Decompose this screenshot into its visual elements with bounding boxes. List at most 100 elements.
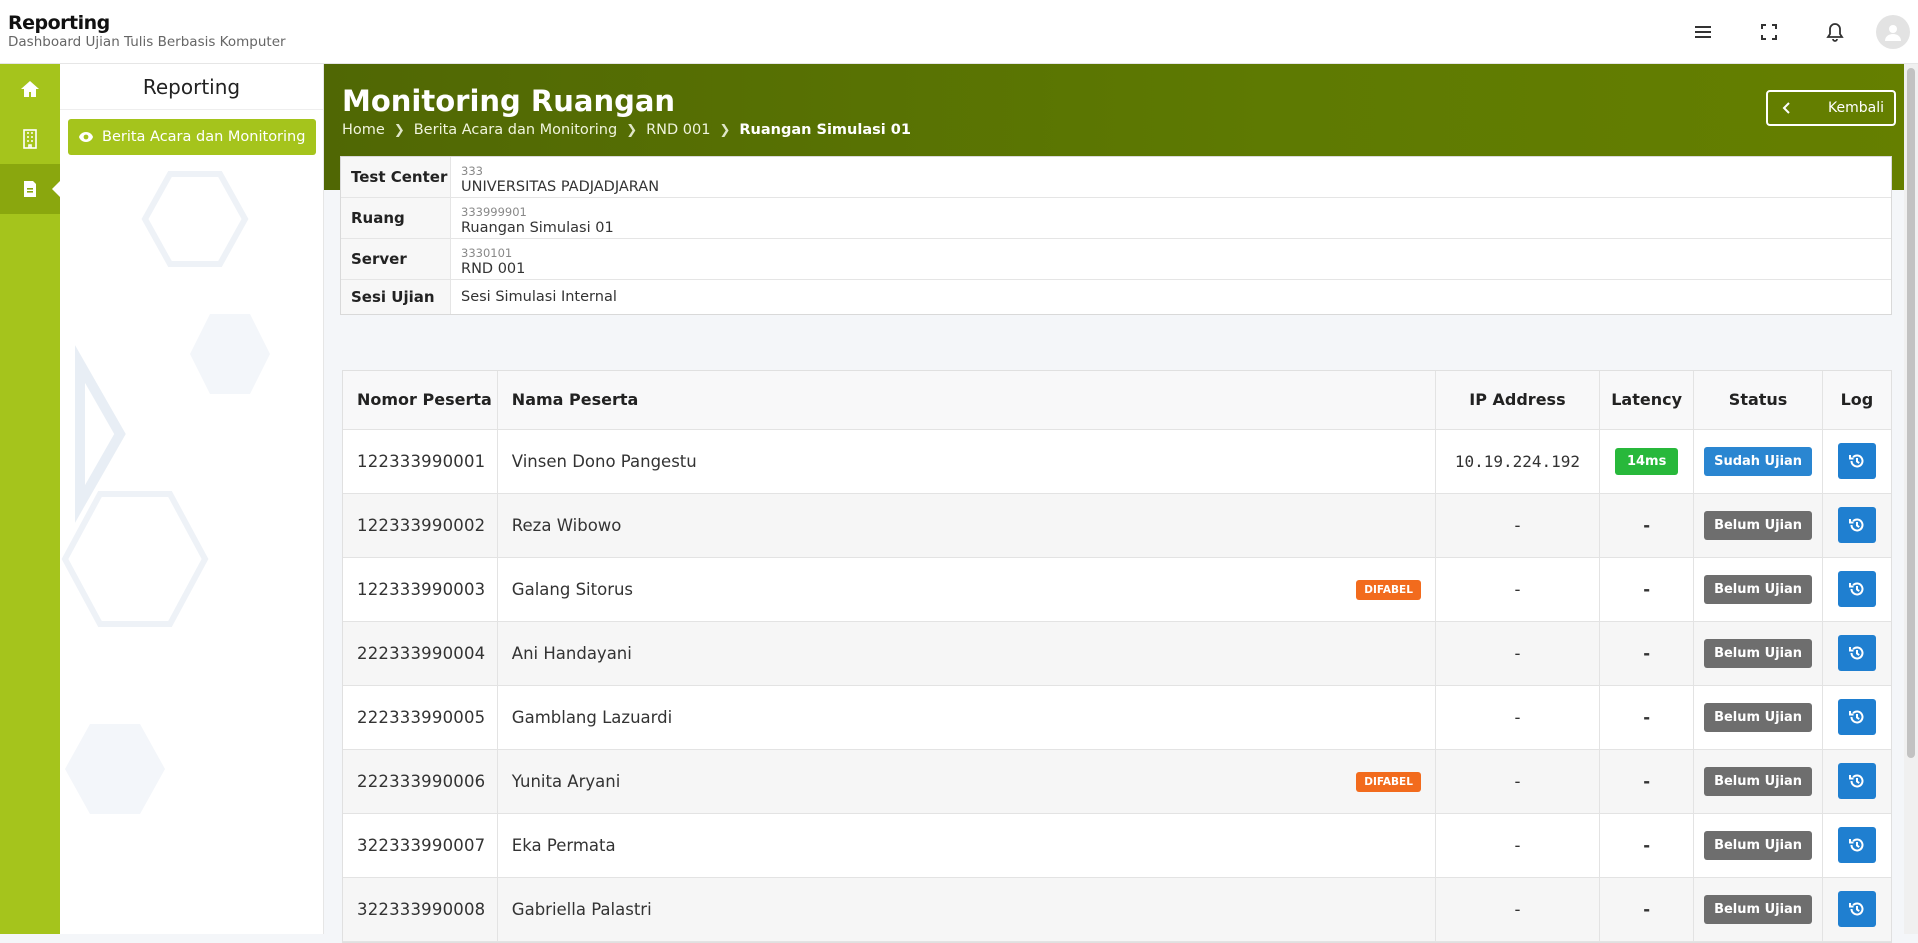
cell-ip: -	[1435, 877, 1600, 942]
cell-ip: -	[1435, 813, 1600, 878]
cell-ip: -	[1435, 557, 1600, 622]
history-icon	[1848, 646, 1864, 660]
column-header-log: Log	[1822, 371, 1891, 430]
cell-nomor: 222333990005	[343, 685, 498, 750]
chevron-right-icon: ❯	[626, 122, 638, 138]
cell-latency: -	[1599, 877, 1695, 942]
chevron-right-icon: ❯	[393, 122, 405, 138]
bell-icon[interactable]	[1802, 0, 1868, 64]
eye-icon	[79, 132, 93, 142]
app-title: Reporting	[8, 12, 110, 34]
table-row: 122333990003 Galang Sitorus DIFABEL - - Belum…	[343, 557, 1891, 622]
difabel-badge: DIFABEL	[1356, 579, 1421, 600]
main-content: Monitoring Ruangan Home ❯ Berita Acara d…	[324, 64, 1918, 943]
cell-status: Belum Ujian	[1693, 813, 1823, 878]
cell-latency: -	[1599, 621, 1695, 686]
status-badge: Belum Ujian	[1704, 638, 1813, 668]
participant-name: Gabriella Palastri	[511, 899, 652, 919]
info-row-ruang: Ruang 333999901 Ruangan Simulasi 01	[341, 198, 1891, 239]
cell-nama: Yunita Aryani DIFABEL	[497, 749, 1436, 814]
breadcrumb-berita-acara[interactable]: Berita Acara dan Monitoring	[414, 122, 617, 138]
log-history-button[interactable]	[1837, 763, 1876, 799]
cell-nama: Vinsen Dono Pangestu	[497, 429, 1436, 494]
hexagon-background	[61, 171, 270, 814]
cell-nama: Gamblang Lazuardi	[497, 685, 1436, 750]
cell-ip: -	[1435, 493, 1600, 558]
column-header-nomor[interactable]: Nomor Peserta	[343, 371, 498, 430]
rail-item-building[interactable]	[0, 114, 60, 164]
latency-value: -	[1643, 707, 1651, 727]
fullscreen-icon[interactable]	[1736, 0, 1802, 64]
log-history-button[interactable]	[1837, 891, 1876, 927]
info-label: Test Center	[341, 157, 451, 197]
page-scrollbar[interactable]	[1904, 64, 1918, 934]
subnav-item-berita-acara[interactable]: Berita Acara dan Monitoring	[68, 119, 316, 155]
cell-nomor: 122333990001	[343, 429, 498, 494]
table-row: 122333990002 Reza Wibowo - - Belum Ujian	[343, 493, 1891, 558]
status-badge: Belum Ujian	[1704, 830, 1813, 860]
info-row-sesi: Sesi Ujian Sesi Simulasi Internal	[341, 280, 1891, 314]
participant-name: Gamblang Lazuardi	[511, 707, 673, 727]
cell-log	[1822, 557, 1891, 622]
history-icon	[1848, 774, 1864, 788]
info-value: UNIVERSITAS PADJADJARAN	[461, 179, 660, 195]
cell-ip: 10.19.224.192	[1435, 429, 1600, 494]
cell-status: Belum Ujian	[1693, 557, 1823, 622]
back-button[interactable]: Kembali	[1766, 90, 1896, 126]
breadcrumb: Home ❯ Berita Acara dan Monitoring ❯ RND…	[342, 122, 911, 138]
breadcrumb-current: Ruangan Simulasi 01	[739, 122, 911, 138]
cell-latency: -	[1599, 493, 1695, 558]
difabel-badge: DIFABEL	[1356, 771, 1421, 792]
log-history-button[interactable]	[1837, 827, 1876, 863]
rail-item-home[interactable]	[0, 64, 60, 114]
latency-value: -	[1643, 771, 1651, 791]
participant-name: Ani Handayani	[511, 643, 632, 663]
info-row-server: Server 3330101 RND 001	[341, 239, 1891, 280]
log-history-button[interactable]	[1837, 443, 1876, 479]
status-badge: Belum Ujian	[1704, 766, 1813, 796]
cell-log	[1822, 429, 1891, 494]
info-code: 333999901	[461, 205, 527, 219]
info-label: Sesi Ujian	[341, 280, 451, 314]
cell-nama: Reza Wibowo	[497, 493, 1436, 558]
app-subtitle: Dashboard Ujian Tulis Berbasis Komputer	[8, 34, 286, 50]
rail-item-report[interactable]	[0, 164, 60, 214]
user-avatar-icon[interactable]	[1876, 15, 1910, 49]
cell-nama: Ani Handayani	[497, 621, 1436, 686]
participant-name: Yunita Aryani	[511, 771, 621, 791]
table-row: 222333990005 Gamblang Lazuardi - - Belum Uji…	[343, 685, 1891, 750]
participant-name: Galang Sitorus	[511, 579, 634, 599]
building-icon	[23, 129, 37, 149]
history-icon	[1848, 454, 1864, 468]
history-icon	[1848, 582, 1864, 596]
cell-status: Belum Ujian	[1693, 877, 1823, 942]
breadcrumb-server[interactable]: RND 001	[646, 122, 710, 138]
log-history-button[interactable]	[1837, 507, 1876, 543]
history-icon	[1848, 518, 1864, 532]
column-header-ip[interactable]: IP Address	[1435, 371, 1600, 430]
scrollbar-thumb[interactable]	[1907, 68, 1915, 758]
column-header-latency[interactable]: Latency	[1599, 371, 1695, 430]
column-header-status[interactable]: Status	[1693, 371, 1823, 430]
log-history-button[interactable]	[1837, 571, 1876, 607]
participant-name: Reza Wibowo	[511, 515, 622, 535]
latency-value: -	[1643, 643, 1651, 663]
participants-table: Nomor Peserta Nama Peserta IP Address La…	[342, 370, 1892, 943]
chevron-right-icon: ❯	[719, 122, 731, 138]
log-history-button[interactable]	[1837, 699, 1876, 735]
top-icons	[1670, 0, 1918, 64]
breadcrumb-home[interactable]: Home	[342, 122, 385, 138]
participant-name: Eka Permata	[511, 835, 616, 855]
menu-icon[interactable]	[1670, 0, 1736, 64]
cell-log	[1822, 493, 1891, 558]
participant-name: Vinsen Dono Pangestu	[511, 451, 697, 471]
cell-log	[1822, 685, 1891, 750]
column-header-nama[interactable]: Nama Peserta	[497, 371, 1436, 430]
cell-nama: Gabriella Palastri	[497, 877, 1436, 942]
latency-value: -	[1643, 835, 1651, 855]
subnav-item-label: Berita Acara dan Monitoring	[102, 129, 306, 145]
info-card: Test Center 333 UNIVERSITAS PADJADJARAN …	[340, 156, 1892, 315]
history-icon	[1848, 838, 1864, 852]
status-badge: Belum Ujian	[1704, 894, 1813, 924]
log-history-button[interactable]	[1837, 635, 1876, 671]
